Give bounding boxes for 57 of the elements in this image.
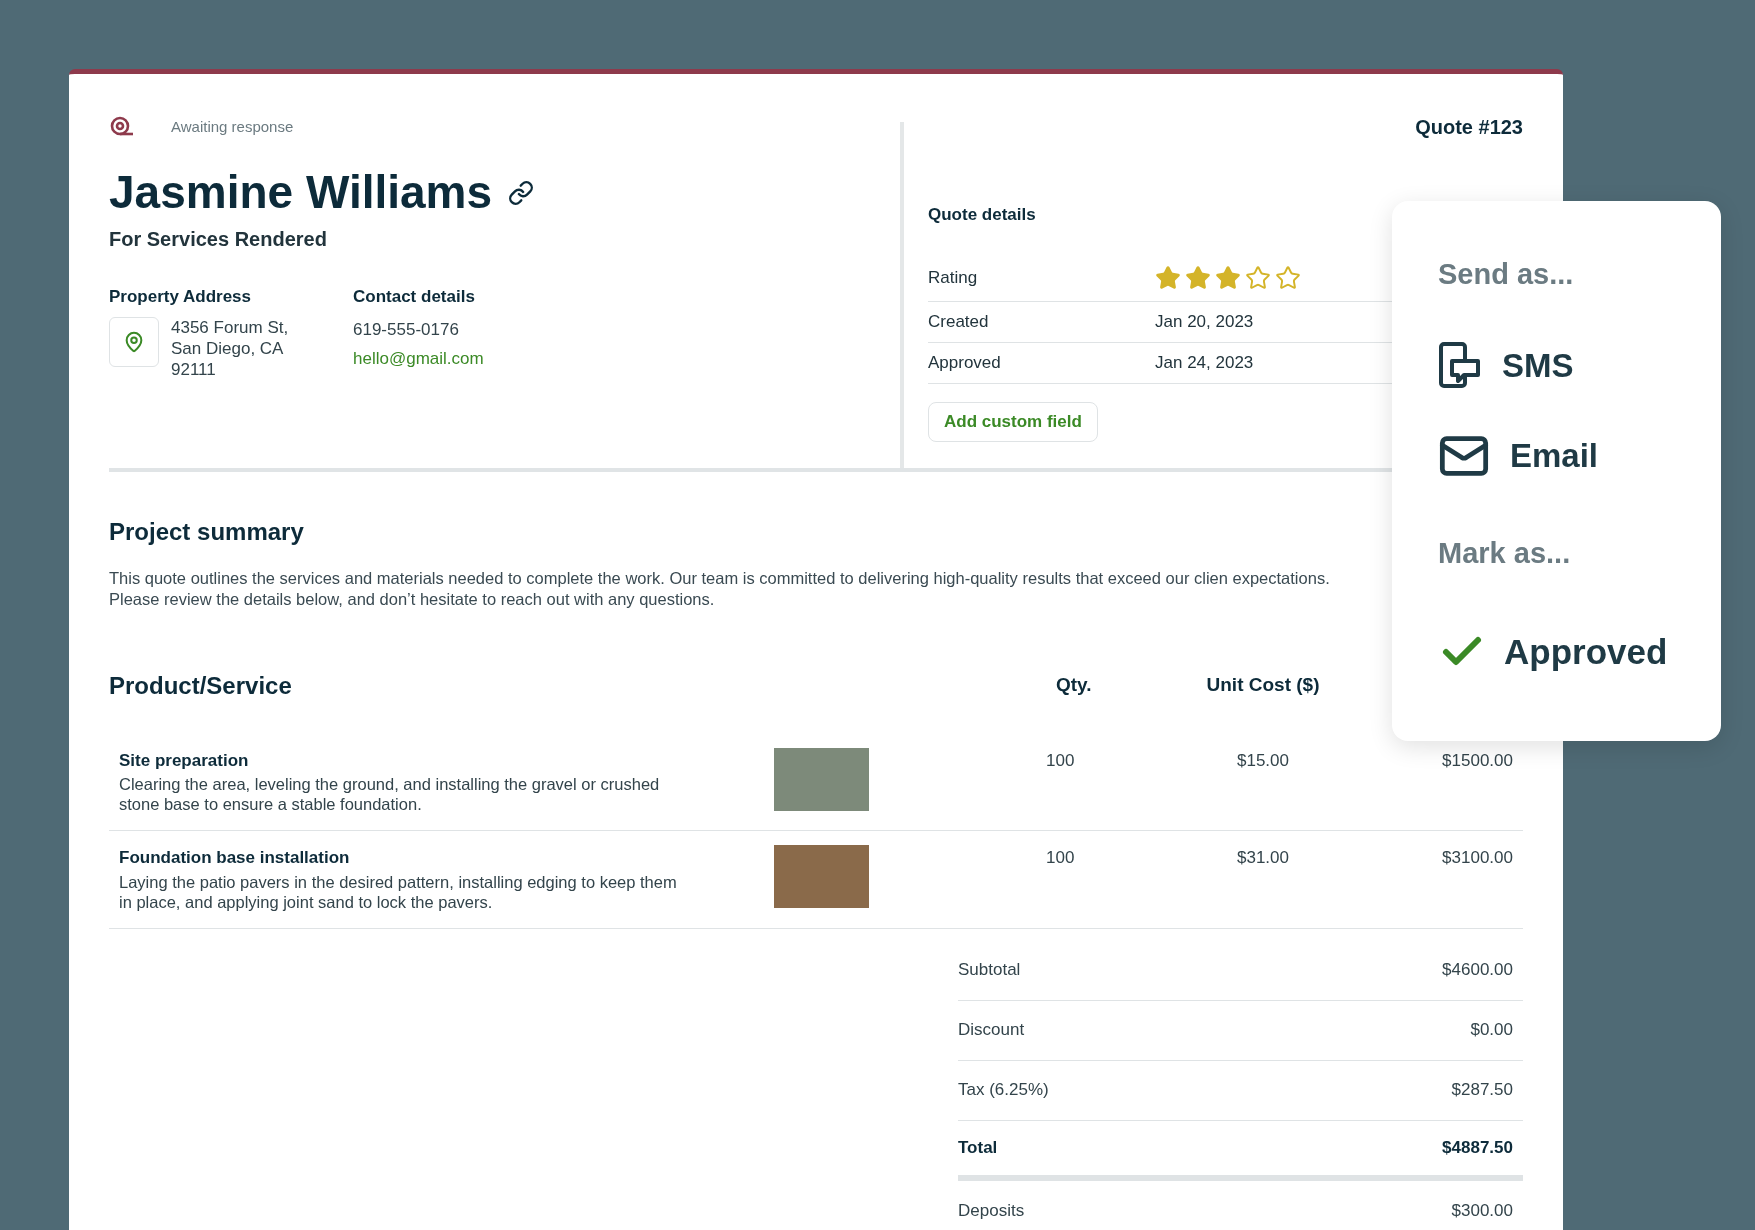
total-cell-text: $3100.00	[1441, 847, 1513, 869]
send-option[interactable]: SMS	[1438, 340, 1721, 390]
column-header: Product/Service	[109, 670, 293, 701]
address-line: 92111	[171, 359, 217, 380]
totals-value: $300.00	[1451, 1199, 1513, 1222]
totals-label: Total	[958, 1136, 998, 1159]
send-option[interactable]: Email	[1438, 430, 1721, 482]
qty-cell-text: 100	[1046, 847, 1076, 869]
star-icon	[1275, 265, 1301, 291]
section-heading: Contact details	[353, 285, 476, 308]
quote-number: Quote #123	[1415, 115, 1523, 140]
column-header: Qty.	[1055, 673, 1093, 698]
email-link[interactable]: hello@gmail.com	[353, 345, 484, 371]
phone-number: 619-555-0176	[353, 319, 460, 341]
detail-label: Created	[928, 310, 990, 333]
section-title: Project summary	[109, 516, 305, 547]
column-header: Unit Cost ($)	[1205, 673, 1321, 698]
client-subtitle: For Services Rendered	[109, 226, 328, 252]
qty-cell-text: 100	[1046, 749, 1076, 772]
detail-value: Jan 20, 2023	[1155, 310, 1254, 333]
totals-value: $0.00	[1470, 1019, 1513, 1042]
item-description: Laying the patio pavers in the desired pattern, installing edging to keep them in place, and applying joint sand to lock the pavers.	[119, 871, 678, 912]
unit-cost-cell-text: $31.00	[1236, 847, 1290, 869]
totals-value: $4887.50	[1442, 1136, 1513, 1159]
popup-heading: Send as...	[1438, 257, 1575, 292]
total-cell-text: $1500.00	[1441, 749, 1513, 772]
detail-value: Jan 24, 2023	[1155, 351, 1254, 374]
detail-label: Approved	[928, 351, 1002, 374]
star-icon	[1215, 265, 1241, 291]
unit-cost-cell-text: $15.00	[1236, 749, 1290, 772]
add-custom-field-button[interactable]: Add custom field	[928, 401, 1098, 442]
address-line: San Diego, CA	[171, 338, 285, 359]
section-heading: Property Address	[109, 285, 253, 308]
popup-heading: Mark as...	[1438, 536, 1572, 571]
totals-label: Tax (6.25%)	[958, 1079, 1049, 1102]
totals-label: Discount	[958, 1019, 1025, 1042]
map-pin-button[interactable]	[109, 317, 159, 367]
status-text: Awaiting response	[171, 116, 294, 137]
map-pin-icon	[123, 331, 145, 353]
star-icon	[1185, 265, 1211, 291]
client-name: Jasmine Williams	[109, 165, 493, 220]
link-icon[interactable]	[508, 179, 535, 206]
item-title: Site preparation	[119, 749, 250, 772]
totals-value: $4600.00	[1442, 959, 1513, 982]
totals-value: $287.50	[1451, 1079, 1513, 1102]
address-line: 4356 Forum St,	[171, 317, 289, 338]
item-description: Clearing the area, leveling the ground, and installing the gravel or crushed stone base to ensure a stable foundation.	[119, 774, 661, 814]
star-icon	[1155, 265, 1181, 291]
totals-label: Deposits	[958, 1199, 1025, 1222]
mark-option[interactable]: Approved	[1438, 625, 1721, 678]
quote-details-title: Quote details	[928, 204, 1037, 226]
summary-paragraph: This quote outlines the services and materials needed to complete the work. Our team is committed to delivering high-quality results that exceed our clien expectations. Please review the details below, and don’t hesitate to reach out with any questions.	[109, 567, 1331, 610]
star-icon	[1245, 265, 1271, 291]
detail-label: Rating	[928, 267, 979, 290]
phone-chat-icon	[1438, 341, 1482, 390]
totals-label: Subtotal	[958, 959, 1021, 982]
item-title: Foundation base installation	[119, 847, 351, 869]
